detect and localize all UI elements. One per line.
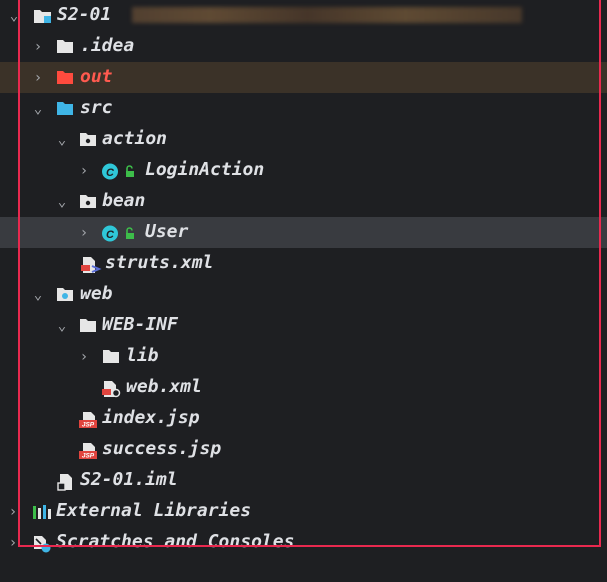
tree-label-login-action: LoginAction: [145, 159, 265, 180]
tree-label-bean: bean: [102, 190, 146, 211]
tree-row-project-root[interactable]: ⌄ S2-01: [0, 0, 607, 31]
class-icon: C: [101, 163, 141, 180]
jsp-file-icon: JSP: [79, 442, 101, 460]
tree-row-web[interactable]: ⌄ web: [0, 279, 607, 310]
excluded-folder-icon: [56, 70, 74, 85]
xml-file-icon: [80, 256, 102, 274]
chevron-down-icon[interactable]: ⌄: [31, 93, 45, 124]
package-icon: [79, 194, 97, 209]
chevron-right-icon[interactable]: ›: [31, 31, 45, 62]
tree-label-external-libraries: External Libraries: [56, 500, 252, 521]
tree-row-idea[interactable]: › .idea: [0, 31, 607, 62]
tree-label-web-xml: web.xml: [126, 376, 202, 397]
tree-row-iml[interactable]: S2-01.iml: [0, 465, 607, 496]
chevron-down-icon[interactable]: ⌄: [7, 0, 21, 31]
chevron-down-icon[interactable]: ⌄: [31, 279, 45, 310]
tree-label-user: User: [145, 221, 189, 242]
scratches-icon: [32, 535, 52, 553]
tree-label-scratches: Scratches and Consoles: [56, 531, 295, 552]
chevron-right-icon[interactable]: ›: [6, 527, 20, 558]
chevron-down-icon[interactable]: ⌄: [55, 124, 69, 155]
tree-label-web-inf: WEB-INF: [102, 314, 178, 335]
tree-row-src[interactable]: ⌄ src: [0, 93, 607, 124]
jsp-file-icon: JSP: [79, 411, 101, 429]
tree-row-web-inf[interactable]: ⌄ WEB-INF: [0, 310, 607, 341]
chevron-down-icon[interactable]: ⌄: [55, 310, 69, 341]
chevron-right-icon[interactable]: ›: [77, 341, 91, 372]
tree-label-index-jsp: index.jsp: [102, 407, 200, 428]
chevron-down-icon[interactable]: ⌄: [55, 186, 69, 217]
tree-label-web: web: [80, 283, 113, 304]
svg-text:JSP: JSP: [82, 422, 95, 429]
tree-row-struts-xml[interactable]: struts.xml: [0, 248, 607, 279]
svg-text:JSP: JSP: [82, 453, 95, 460]
module-file-icon: [57, 473, 75, 491]
source-folder-icon: [56, 101, 74, 116]
tree-row-lib[interactable]: › lib: [0, 341, 607, 372]
xml-file-icon: [101, 380, 123, 398]
redacted-path: [132, 7, 522, 23]
tree-row-out[interactable]: › out: [0, 62, 607, 93]
tree-label-src: src: [80, 97, 113, 118]
tree-row-web-xml[interactable]: web.xml: [0, 372, 607, 403]
folder-icon: [102, 349, 120, 364]
class-icon: C: [101, 225, 141, 242]
project-name: S2-01: [57, 4, 112, 25]
folder-icon: [56, 39, 74, 54]
tree-row-index-jsp[interactable]: JSP index.jsp: [0, 403, 607, 434]
chevron-right-icon[interactable]: ›: [77, 217, 91, 248]
library-icon: [32, 504, 52, 520]
tree-label-action: action: [102, 128, 168, 149]
tree-row-bean[interactable]: ⌄ bean: [0, 186, 607, 217]
tree-row-login-action[interactable]: › C LoginAction: [0, 155, 607, 186]
svg-text:C: C: [106, 167, 115, 179]
chevron-right-icon[interactable]: ›: [77, 155, 91, 186]
tree-row-scratches[interactable]: › Scratches and Consoles: [0, 527, 607, 558]
svg-text:C: C: [106, 229, 115, 241]
tree-row-success-jsp[interactable]: JSP success.jsp: [0, 434, 607, 465]
tree-row-user[interactable]: › C User: [0, 217, 607, 248]
folder-icon: [79, 318, 97, 333]
chevron-right-icon[interactable]: ›: [6, 496, 20, 527]
tree-label-success-jsp: success.jsp: [102, 438, 222, 459]
tree-label-struts-xml: struts.xml: [105, 252, 214, 273]
tree-label-idea: .idea: [80, 35, 135, 56]
chevron-right-icon[interactable]: ›: [31, 62, 45, 93]
tree-row-external-libraries[interactable]: › External Libraries: [0, 496, 607, 527]
tree-row-action[interactable]: ⌄ action: [0, 124, 607, 155]
module-folder-icon: [33, 8, 53, 24]
tree-label-lib: lib: [126, 345, 159, 366]
tree-label-out: out: [80, 66, 113, 87]
tree-label-iml: S2-01.iml: [80, 469, 178, 490]
package-icon: [79, 132, 97, 147]
web-folder-icon: [56, 287, 74, 302]
